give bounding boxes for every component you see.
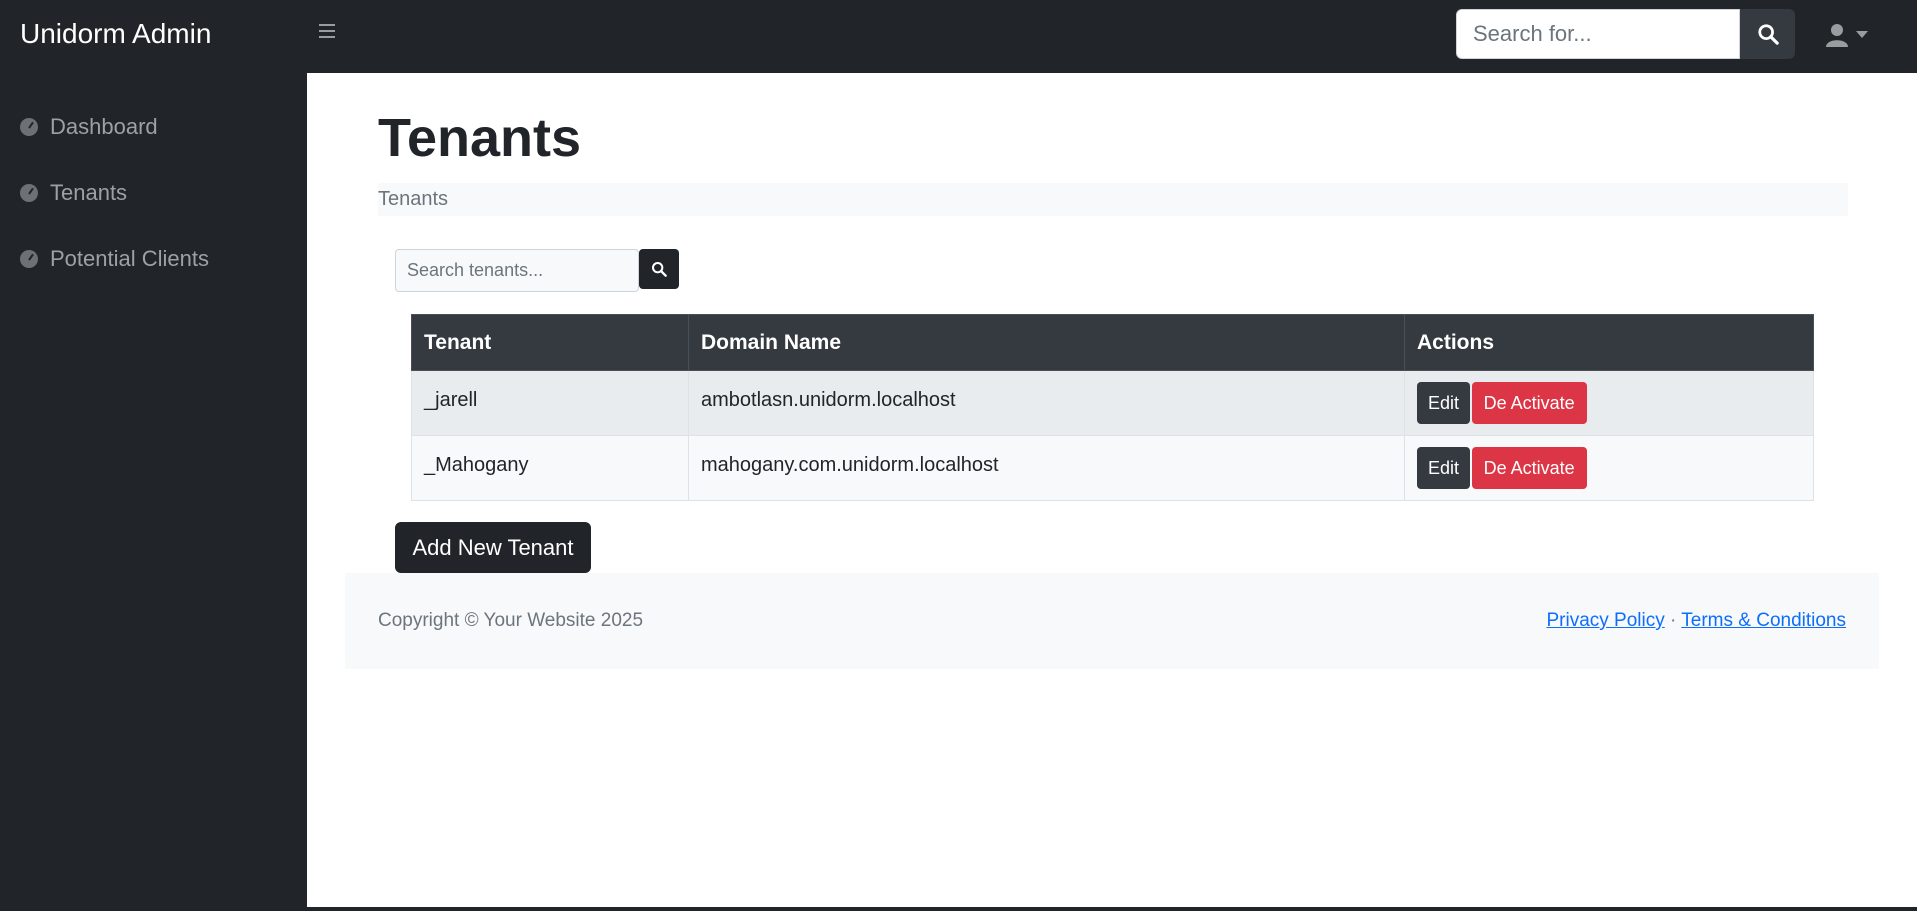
domain-cell: ambotlasn.unidorm.localhost xyxy=(688,370,1405,436)
sidebar-toggle-icon[interactable] xyxy=(316,20,338,50)
tenant-search-button[interactable] xyxy=(639,249,679,289)
footer-links: Privacy Policy · Terms & Conditions xyxy=(1546,610,1846,632)
navbar-search-input[interactable] xyxy=(1456,9,1740,59)
edit-button[interactable]: Edit xyxy=(1417,382,1471,424)
main-content: Tenants Tenants Tenant Domain Name Actio… xyxy=(307,73,1917,911)
column-header-actions: Actions xyxy=(1404,314,1814,371)
footer-separator: · xyxy=(1670,610,1677,631)
navbar-search xyxy=(1456,9,1795,59)
deactivate-button[interactable]: De Activate xyxy=(1471,382,1587,424)
domain-name: mahogany.com.unidorm.localhost xyxy=(701,453,999,476)
tenants-table: Tenant Domain Name Actions _jarell ambot… xyxy=(411,314,1814,501)
column-header-domain: Domain Name xyxy=(688,314,1405,371)
sidebar-item-dashboard[interactable]: Dashboard xyxy=(20,107,158,147)
tenant-cell: _Mahogany xyxy=(411,435,689,501)
tenant-search-input[interactable] xyxy=(395,249,639,292)
tachometer-icon xyxy=(20,250,38,268)
tenant-cell: _jarell xyxy=(411,370,689,436)
search-icon xyxy=(652,262,667,277)
tenant-name: _Mahogany xyxy=(424,453,529,476)
bottom-border xyxy=(0,907,1917,911)
page-title: Tenants xyxy=(378,108,582,168)
add-new-tenant-button[interactable]: Add New Tenant xyxy=(395,522,591,573)
table-row: _jarell ambotlasn.unidorm.localhost Edit… xyxy=(411,370,1814,436)
breadcrumb: Tenants xyxy=(378,183,1848,216)
search-icon xyxy=(1757,24,1779,45)
terms-link[interactable]: Terms & Conditions xyxy=(1681,610,1846,631)
caret-down-icon xyxy=(1856,31,1868,38)
brand-title[interactable]: Unidorm Admin xyxy=(20,18,211,50)
actions-cell: Edit De Activate xyxy=(1404,370,1814,436)
domain-name: ambotlasn.unidorm.localhost xyxy=(701,388,956,411)
deactivate-button[interactable]: De Activate xyxy=(1471,447,1587,489)
edit-button[interactable]: Edit xyxy=(1417,447,1471,489)
user-menu-dropdown[interactable] xyxy=(1826,20,1876,50)
table-row: _Mahogany mahogany.com.unidorm.localhost… xyxy=(411,435,1814,501)
sidebar-item-potential-clients[interactable]: Potential Clients xyxy=(20,239,209,279)
navbar-search-button[interactable] xyxy=(1740,9,1795,59)
privacy-policy-link[interactable]: Privacy Policy xyxy=(1546,610,1664,631)
sidebar-item-label: Tenants xyxy=(50,180,128,205)
tenant-name: _jarell xyxy=(424,388,478,411)
top-navbar: Unidorm Admin xyxy=(0,0,1917,73)
table-header-row: Tenant Domain Name Actions xyxy=(411,314,1814,371)
copyright-text: Copyright © Your Website 2025 xyxy=(378,610,644,631)
footer: Copyright © Your Website 2025 Privacy Po… xyxy=(345,573,1879,669)
sidebar-item-label: Potential Clients xyxy=(50,246,209,271)
domain-cell: mahogany.com.unidorm.localhost xyxy=(688,435,1405,501)
user-icon xyxy=(1826,24,1848,47)
sidebar-item-tenants[interactable]: Tenants xyxy=(20,173,127,213)
actions-cell: Edit De Activate xyxy=(1404,435,1814,501)
sidebar: Dashboard Tenants Potential Clients xyxy=(0,73,307,911)
column-header-tenant: Tenant xyxy=(411,314,689,371)
tachometer-icon xyxy=(20,184,38,202)
sidebar-item-label: Dashboard xyxy=(50,114,158,139)
tachometer-icon xyxy=(20,118,38,136)
